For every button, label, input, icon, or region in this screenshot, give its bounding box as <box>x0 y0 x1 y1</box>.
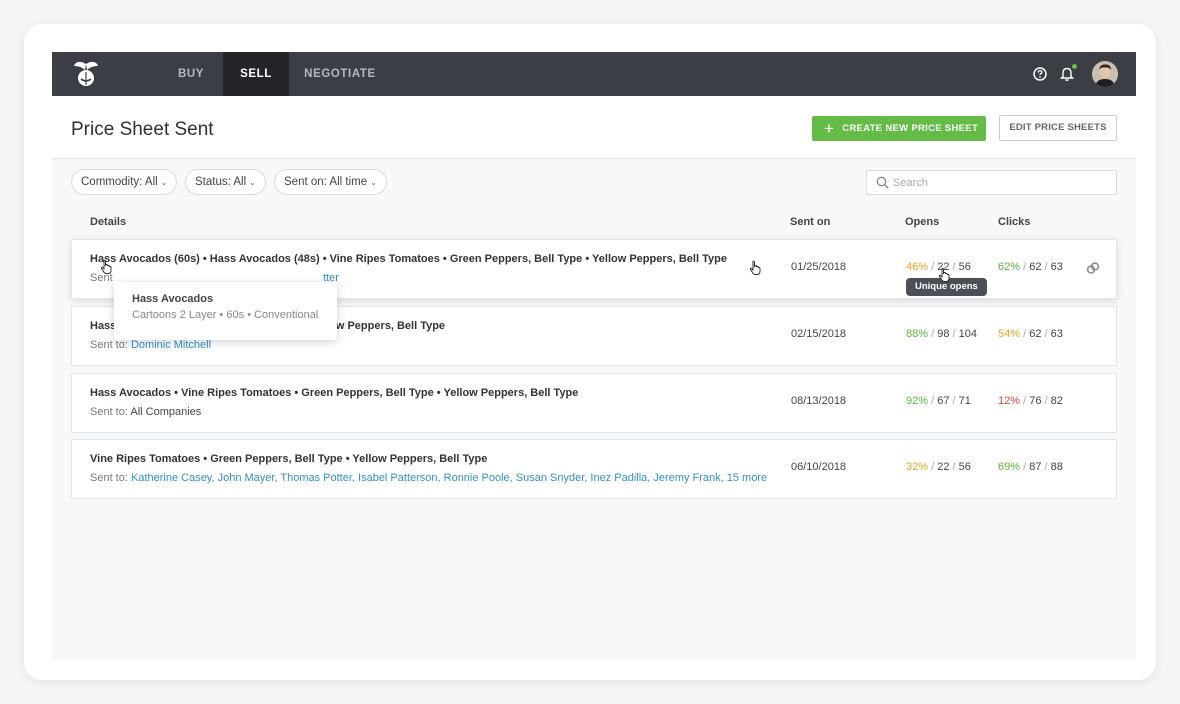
filter-label: Status: <box>195 176 231 188</box>
row-date: 06/10/2018 <box>791 461 847 473</box>
row-date: 01/25/2018 <box>791 261 847 273</box>
clicks-unique: 76 <box>1029 395 1042 407</box>
filter-value: All <box>233 176 247 188</box>
row-sent-to: Sent to: All Companies <box>90 406 201 418</box>
row-opens: 88% / 98 / 104 <box>906 328 978 340</box>
filter-status[interactable]: Status: All ⌄ <box>185 169 266 195</box>
nav-buy[interactable]: BUY <box>162 52 220 96</box>
opens-unique[interactable]: 22 <box>937 461 949 473</box>
recipient-links[interactable]: Katherine Casey, John Mayer, Thomas Pott… <box>131 472 724 484</box>
filter-label: Sent on: <box>284 176 327 188</box>
clicks-total: 63 <box>1050 328 1063 340</box>
clicks-total: 63 <box>1050 261 1063 273</box>
row-date: 02/15/2018 <box>791 328 847 340</box>
popover-title: Hass Avocados <box>132 293 214 305</box>
opens-percent: 32% <box>906 461 929 473</box>
leaf-logo-icon[interactable] <box>70 58 102 90</box>
clicks-percent: 54% <box>998 328 1021 340</box>
chevron-down-icon: ⌄ <box>160 178 168 187</box>
clicks-total: 82 <box>1050 395 1063 407</box>
popover-subtitle: Cartoons 2 Layer • 60s • Conventional <box>132 309 319 321</box>
sent-to-label: Sent to: <box>90 339 128 351</box>
opens-percent: 88% <box>906 328 929 340</box>
notification-dot <box>1072 64 1077 69</box>
row-clicks: 12% / 76 / 82 <box>998 395 1063 407</box>
app: BUY SELL NEGOTIATE Price Sheet Sent + CR <box>52 52 1136 660</box>
row-opens: 92% / 67 / 71 <box>906 395 971 407</box>
create-new-price-sheet-button[interactable]: + CREATE NEW PRICE SHEET <box>812 116 986 141</box>
page-header: Price Sheet Sent + CREATE NEW PRICE SHEE… <box>52 96 1136 159</box>
chevron-down-icon: ⌄ <box>370 178 377 187</box>
row-opens: 32% / 22 / 56 <box>906 461 971 473</box>
clicks-unique: 62 <box>1029 328 1042 340</box>
column-header-details: Details <box>90 216 127 228</box>
opens-percent: 46% <box>906 261 929 273</box>
nav-negotiate[interactable]: NEGOTIATE <box>295 52 385 96</box>
recipient-text: All Companies <box>130 406 202 418</box>
column-header-clicks: Clicks <box>998 216 1031 228</box>
row-clicks: 54% / 62 / 63 <box>998 328 1063 340</box>
row-details: Hass llow Peppers, Bell Type <box>90 320 445 332</box>
edit-price-sheets-button[interactable]: EDIT PRICE SHEETS <box>999 115 1117 141</box>
sent-to-label: Sent to: <box>90 472 128 484</box>
table-row[interactable]: Hass Avocados • Vine Ripes Tomatoes • Gr… <box>71 373 1117 433</box>
hand-cursor-icon <box>749 260 761 275</box>
hand-cursor-icon <box>100 259 112 274</box>
clicks-percent: 69% <box>998 461 1021 473</box>
row-details-end: llow Peppers, Bell Type <box>323 320 446 332</box>
clicks-total: 88 <box>1050 461 1063 473</box>
opens-total: 104 <box>958 328 978 340</box>
row-details: Hass Avocados (60s) • Hass Avocados (48s… <box>90 253 727 265</box>
filter-value: All time <box>329 176 368 188</box>
nav-sell[interactable]: SELL <box>223 52 289 96</box>
filter-commodity[interactable]: Commodity: All ⌄ <box>71 169 178 195</box>
opens-unique[interactable]: 67 <box>937 395 949 407</box>
sent-to-label: Sent to: <box>90 406 128 418</box>
column-header-sent-on: Sent on <box>790 216 831 228</box>
row-sent-to: Sent to: Dominic Mitchell <box>90 339 211 351</box>
more-recipients-link[interactable]: 15 more <box>727 472 767 484</box>
row-clicks: 62% / 62 / 63 <box>998 261 1063 273</box>
chevron-down-icon: ⌄ <box>249 178 256 187</box>
opens-percent: 92% <box>906 395 929 407</box>
opens-total: 71 <box>958 395 971 407</box>
row-details: Vine Ripes Tomatoes • Green Peppers, Bel… <box>90 453 488 465</box>
recipient-link[interactable]: Dominic Mitchell <box>131 339 211 351</box>
opens-total: 56 <box>958 261 971 273</box>
avatar[interactable] <box>1092 61 1118 87</box>
search-box[interactable] <box>866 170 1117 195</box>
column-header-opens: Opens <box>905 216 940 228</box>
page-title: Price Sheet Sent <box>71 119 214 140</box>
create-button-label: CREATE NEW PRICE SHEET <box>842 123 978 134</box>
top-nav: BUY SELL NEGOTIATE <box>52 52 1136 96</box>
clicks-percent: 62% <box>998 261 1021 273</box>
filter-label: Commodity: <box>81 176 143 188</box>
filter-sent-on[interactable]: Sent on: All time ⌄ <box>274 169 387 195</box>
clicks-unique: 87 <box>1029 461 1042 473</box>
link-icon[interactable] <box>1086 261 1100 275</box>
help-icon[interactable] <box>1032 66 1048 82</box>
search-input[interactable] <box>893 175 1108 191</box>
row-sent-to: Sent to: Katherine Casey, John Mayer, Th… <box>90 472 767 484</box>
avatar-image-icon <box>1092 61 1118 87</box>
row-clicks: 69% / 87 / 88 <box>998 461 1063 473</box>
row-details-start: Hass <box>90 320 117 332</box>
row-date: 08/13/2018 <box>791 395 847 407</box>
opens-total: 56 <box>958 461 971 473</box>
opens-unique[interactable]: 98 <box>937 328 949 340</box>
table-row[interactable]: Vine Ripes Tomatoes • Green Peppers, Bel… <box>71 439 1117 499</box>
hand-cursor-icon <box>938 267 950 282</box>
clicks-percent: 12% <box>998 395 1021 407</box>
search-icon <box>876 176 889 189</box>
clicks-unique: 62 <box>1029 261 1042 273</box>
plus-icon: + <box>824 119 835 138</box>
row-details: Hass Avocados • Vine Ripes Tomatoes • Gr… <box>90 387 579 399</box>
product-popover: Hass Avocados Cartoons 2 Layer • 60s • C… <box>114 282 337 340</box>
filter-value: All <box>144 176 158 188</box>
